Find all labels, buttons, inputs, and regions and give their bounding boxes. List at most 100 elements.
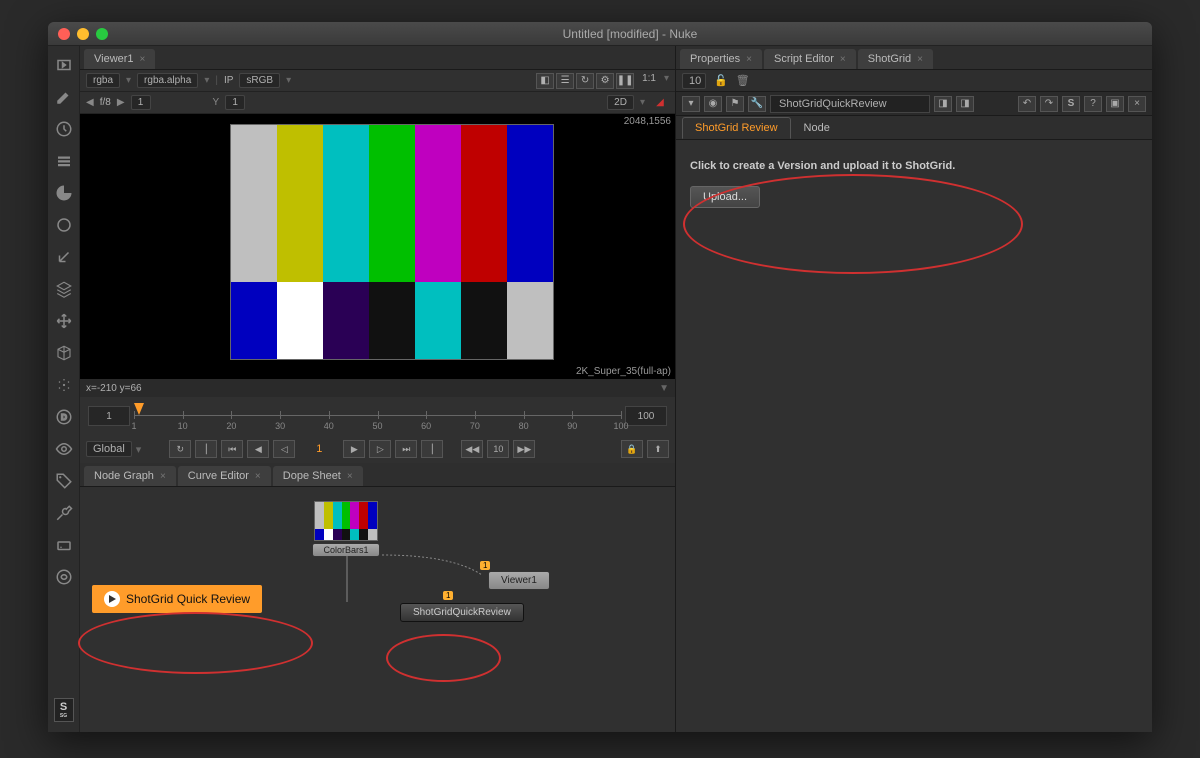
channel-select[interactable]: rgba (86, 73, 120, 88)
viewmode-select[interactable]: 2D (607, 95, 634, 110)
subtab-shotgridreview[interactable]: ShotGrid Review (682, 117, 791, 139)
close-icon[interactable]: × (140, 54, 146, 65)
eye-icon[interactable] (55, 440, 73, 458)
step-fwd-button[interactable]: ▷ (369, 440, 391, 458)
float-icon[interactable]: ▣ (1106, 96, 1124, 112)
minimize-window-button[interactable] (77, 28, 89, 40)
step-value[interactable]: 10 (487, 440, 509, 458)
prop-count[interactable]: 10 (682, 73, 706, 89)
gear-icon[interactable]: ⚙ (596, 73, 614, 89)
playhead[interactable] (134, 403, 144, 415)
list-icon[interactable] (55, 152, 73, 170)
close-window-button[interactable] (58, 28, 70, 40)
move-icon[interactable] (55, 312, 73, 330)
wrench-small-icon[interactable]: 🔧 (748, 96, 766, 112)
tab-dopesheet[interactable]: Dope Sheet× (273, 466, 363, 486)
pencil-icon[interactable] (55, 88, 73, 106)
layers-icon[interactable] (55, 280, 73, 298)
timeline[interactable]: 1 1 10 20 30 40 50 60 70 80 90 (80, 397, 675, 435)
close-panel-icon[interactable]: × (1128, 96, 1146, 112)
resolution-label: 2048,1556 (624, 116, 671, 127)
viewer-canvas[interactable]: 2048,1556 (80, 114, 675, 379)
redo-icon[interactable]: ↷ (1040, 96, 1058, 112)
wipe-icon[interactable]: ◧ (536, 73, 554, 89)
roi-icon[interactable]: ◢ (651, 95, 669, 111)
color2-icon[interactable]: ◨ (956, 96, 974, 112)
pin-icon[interactable]: ⚑ (726, 96, 744, 112)
arrow-down-left-icon[interactable] (55, 248, 73, 266)
zoom-ratio[interactable]: 1:1 (636, 73, 662, 89)
chevron-down-icon[interactable]: ▼ (659, 383, 669, 394)
shotgrid-quickreview-tool[interactable]: ShotGrid Quick Review (92, 585, 262, 613)
node-colorbars[interactable]: ColorBars1 (312, 543, 380, 557)
frame-input[interactable]: 1 (131, 95, 151, 110)
close-icon[interactable]: × (917, 54, 923, 65)
colorspace-select[interactable]: sRGB (239, 73, 280, 88)
clock-icon[interactable] (55, 120, 73, 138)
cursor-position: x=-210 y=66 (86, 383, 142, 394)
upload-button[interactable]: Upload... (690, 186, 760, 208)
drive-icon[interactable] (55, 536, 73, 554)
colorbars-thumbnail (314, 501, 378, 541)
tab-curveeditor[interactable]: Curve Editor× (178, 466, 271, 486)
step-fwd-n-button[interactable]: ▶▶ (513, 440, 535, 458)
plugin-icon[interactable] (55, 568, 73, 586)
pie-icon[interactable] (55, 184, 73, 202)
close-icon[interactable]: × (347, 471, 353, 482)
refresh-icon[interactable]: ↻ (576, 73, 594, 89)
tab-nodegraph[interactable]: Node Graph× (84, 466, 176, 486)
d-icon[interactable]: D (55, 408, 73, 426)
tag-icon[interactable] (55, 472, 73, 490)
close-icon[interactable]: × (840, 54, 846, 65)
frame-start[interactable]: 1 (88, 406, 130, 426)
trash-icon[interactable]: 🗑 (736, 74, 750, 87)
step-back-button[interactable]: ◀ (247, 440, 269, 458)
frame-end[interactable]: 100 (625, 406, 667, 426)
node-graph[interactable]: ColorBars1 1 Viewer1 1 ShotGridQuickRevi… (80, 487, 675, 732)
first-frame-button[interactable]: ⎮ (195, 440, 217, 458)
collapse-icon[interactable]: ▾ (682, 96, 700, 112)
loop-button[interactable]: ↻ (169, 440, 191, 458)
subtab-node[interactable]: Node (791, 117, 843, 139)
last-frame-button[interactable]: ⎮ (421, 440, 443, 458)
tab-scripteditor[interactable]: Script Editor× (764, 49, 856, 69)
rows-icon[interactable]: ☰ (556, 73, 574, 89)
node-name-field[interactable]: ShotGridQuickReview (770, 95, 930, 113)
s-button[interactable]: S (1062, 96, 1080, 112)
range-select[interactable]: Global (86, 441, 132, 457)
close-icon[interactable]: × (160, 471, 166, 482)
y-input[interactable]: 1 (225, 95, 245, 110)
color1-icon[interactable]: ◨ (934, 96, 952, 112)
maximize-window-button[interactable] (96, 28, 108, 40)
alpha-select[interactable]: rgba.alpha (137, 73, 198, 88)
node-shotgridquickreview[interactable]: ShotGridQuickReview (400, 603, 524, 622)
next-key-button[interactable]: ⏭ (395, 440, 417, 458)
wrench-icon[interactable] (55, 504, 73, 522)
lock-icon[interactable]: 🔒 (621, 440, 643, 458)
close-icon[interactable]: × (255, 471, 261, 482)
tab-shotgrid[interactable]: ShotGrid× (858, 49, 933, 69)
prev-key-button[interactable]: ⏮ (221, 440, 243, 458)
current-frame[interactable]: 1 (299, 443, 339, 455)
fstop-label[interactable]: f/8 (100, 97, 111, 108)
center-icon[interactable]: ◉ (704, 96, 722, 112)
undo-icon[interactable]: ↶ (1018, 96, 1036, 112)
lock-icon[interactable]: 🔓 (714, 74, 728, 87)
circle-icon[interactable] (55, 216, 73, 234)
particles-icon[interactable] (55, 376, 73, 394)
play-button[interactable]: ▶ (343, 440, 365, 458)
node-viewer[interactable]: Viewer1 (488, 571, 550, 590)
import-icon[interactable] (55, 56, 73, 74)
sg-letter: S (60, 701, 67, 713)
cube-icon[interactable] (55, 344, 73, 362)
step-back-n-button[interactable]: ◀◀ (461, 440, 483, 458)
tab-properties[interactable]: Properties× (680, 49, 762, 69)
close-icon[interactable]: × (746, 54, 752, 65)
viewer-tab[interactable]: Viewer1 × (84, 49, 155, 69)
colorbars-image (230, 124, 554, 360)
pause-icon[interactable]: ❚❚ (616, 73, 634, 89)
help-icon[interactable]: ? (1084, 96, 1102, 112)
play-back-button[interactable]: ◁ (273, 440, 295, 458)
shotgrid-toolbar-icon[interactable]: S SG (54, 698, 74, 722)
export-icon[interactable]: ⬆ (647, 440, 669, 458)
